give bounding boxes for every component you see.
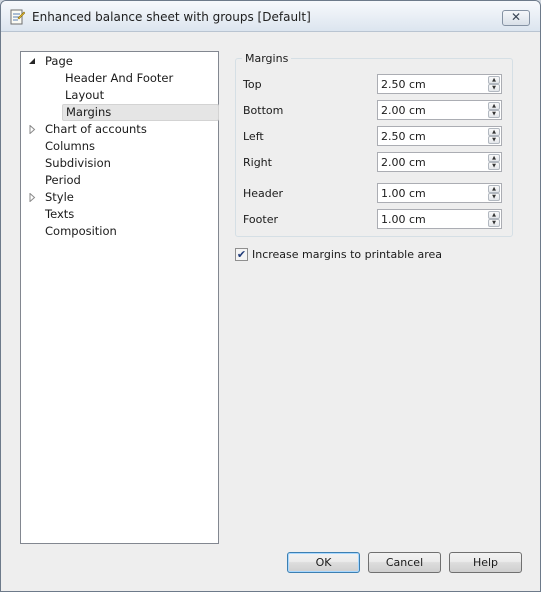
bottom-margin-label: Bottom (243, 104, 284, 117)
spin-down-icon[interactable]: ▼ (488, 193, 500, 201)
tree-item-label: Columns (45, 139, 96, 153)
top-margin-label: Top (243, 78, 262, 91)
increase-margins-checkbox[interactable]: ✔ (235, 248, 248, 261)
window-title: Enhanced balance sheet with groups [Defa… (32, 10, 311, 24)
cancel-button[interactable]: Cancel (368, 552, 441, 573)
right-margin-label: Right (243, 156, 272, 169)
spin-down-icon[interactable]: ▼ (488, 136, 500, 144)
expanded-triangle-icon[interactable] (28, 57, 37, 66)
spin-buttons: ▲ ▼ (488, 185, 500, 201)
tree-item-label: Subdivision (45, 156, 111, 170)
tree-item-columns[interactable]: Columns (42, 138, 98, 155)
footer-margin-label: Footer (243, 213, 278, 226)
right-margin-spinbox[interactable]: 2.00 cm ▲ ▼ (377, 152, 502, 172)
checkmark-icon: ✔ (236, 248, 247, 261)
tree-item-page[interactable]: Page (29, 53, 76, 70)
tree-item-subdivision[interactable]: Subdivision (42, 155, 114, 172)
collapsed-triangle-icon[interactable] (28, 193, 37, 202)
header-margin-value[interactable]: 1.00 cm (381, 187, 426, 200)
tree-item-margins[interactable]: Margins (62, 104, 219, 121)
left-margin-spinbox[interactable]: 2.50 cm ▲ ▼ (377, 126, 502, 146)
ok-button[interactable]: OK (287, 552, 360, 573)
tree-item-style[interactable]: Style (29, 189, 77, 206)
close-button[interactable]: ✕ (502, 10, 530, 26)
spin-down-icon[interactable]: ▼ (488, 162, 500, 170)
bottom-margin-value[interactable]: 2.00 cm (381, 104, 426, 117)
close-icon: ✕ (510, 10, 522, 24)
spin-down-icon[interactable]: ▼ (488, 84, 500, 92)
footer-margin-spinbox[interactable]: 1.00 cm ▲ ▼ (377, 209, 502, 229)
tree-item-label: Period (45, 173, 81, 187)
tree-item-texts[interactable]: Texts (42, 206, 77, 223)
top-margin-value[interactable]: 2.50 cm (381, 78, 426, 91)
tree-item-label: Page (45, 54, 73, 68)
spin-down-icon[interactable]: ▼ (488, 219, 500, 227)
tree-item-label: Composition (45, 224, 117, 238)
report-icon (9, 9, 26, 25)
collapsed-triangle-icon[interactable] (28, 125, 37, 134)
tree-item-label: Layout (65, 88, 105, 102)
spin-buttons: ▲ ▼ (488, 76, 500, 92)
footer-margin-value[interactable]: 1.00 cm (381, 213, 426, 226)
settings-tree[interactable]: Page Header And Footer Layout Margins Ch… (20, 51, 219, 544)
tree-item-label: Chart of accounts (45, 122, 147, 136)
spin-up-icon[interactable]: ▲ (488, 154, 500, 162)
left-margin-label: Left (243, 130, 264, 143)
tree-item-period[interactable]: Period (42, 172, 84, 189)
spin-buttons: ▲ ▼ (488, 211, 500, 227)
spin-up-icon[interactable]: ▲ (488, 211, 500, 219)
spin-buttons: ▲ ▼ (488, 128, 500, 144)
spin-buttons: ▲ ▼ (488, 102, 500, 118)
spin-buttons: ▲ ▼ (488, 154, 500, 170)
tree-item-chart-of-accounts[interactable]: Chart of accounts (29, 121, 150, 138)
left-margin-value[interactable]: 2.50 cm (381, 130, 426, 143)
help-button[interactable]: Help (449, 552, 522, 573)
spin-up-icon[interactable]: ▲ (488, 102, 500, 110)
header-margin-label: Header (243, 187, 284, 200)
increase-margins-label[interactable]: Increase margins to printable area (252, 248, 442, 261)
tree-item-label: Style (45, 190, 74, 204)
spin-up-icon[interactable]: ▲ (488, 76, 500, 84)
spin-up-icon[interactable]: ▲ (488, 185, 500, 193)
tree-item-label: Header And Footer (65, 71, 174, 85)
tree-item-label: Texts (45, 207, 75, 221)
top-margin-spinbox[interactable]: 2.50 cm ▲ ▼ (377, 74, 502, 94)
dialog-window: Enhanced balance sheet with groups [Defa… (0, 0, 541, 592)
tree-item-composition[interactable]: Composition (42, 223, 120, 240)
bottom-margin-spinbox[interactable]: 2.00 cm ▲ ▼ (377, 100, 502, 120)
title-bar[interactable]: Enhanced balance sheet with groups [Defa… (1, 1, 540, 32)
spin-up-icon[interactable]: ▲ (488, 128, 500, 136)
margins-group-title: Margins (242, 52, 292, 65)
header-margin-spinbox[interactable]: 1.00 cm ▲ ▼ (377, 183, 502, 203)
tree-item-header-and-footer[interactable]: Header And Footer (62, 70, 176, 87)
spin-down-icon[interactable]: ▼ (488, 110, 500, 118)
right-margin-value[interactable]: 2.00 cm (381, 156, 426, 169)
tree-item-layout[interactable]: Layout (62, 87, 107, 104)
tree-item-label: Margins (62, 104, 219, 121)
